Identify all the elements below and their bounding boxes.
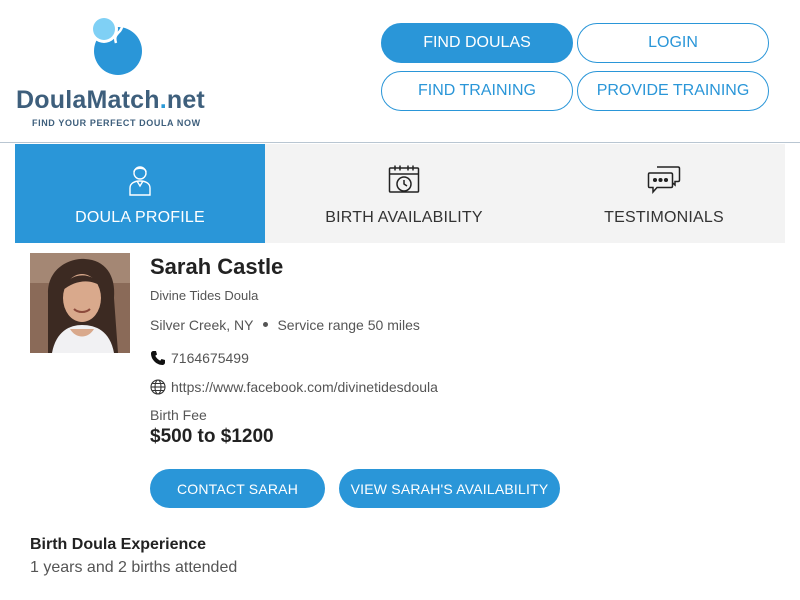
logo-wordmark: DoulaMatch.net [16,86,205,114]
tab-label: DOULA PROFILE [75,209,205,226]
logo-mark-icon [90,13,142,75]
provide-training-button[interactable]: PROVIDE TRAINING [577,71,769,111]
tab-birth-availability[interactable]: BIRTH AVAILABILITY [265,144,543,243]
bullet-separator [263,321,269,327]
profile-photo [30,253,130,353]
globe-icon [150,379,166,395]
person-icon [123,162,157,198]
view-availability-button[interactable]: VIEW SARAH'S AVAILABILITY [339,469,560,508]
site-header: DoulaMatch.net FIND YOUR PERFECT DOULA N… [0,0,800,143]
location-row: Silver Creek, NY Service range 50 miles [150,317,420,333]
phone-number[interactable]: 7164675499 [171,350,249,366]
service-range-text: Service range 50 miles [277,317,420,333]
birth-fee-label: Birth Fee [150,407,207,423]
website-link[interactable]: https://www.facebook.com/divinetidesdoul… [171,379,438,395]
contact-button[interactable]: CONTACT SARAH [150,469,325,508]
phone-icon [150,350,166,366]
site-logo[interactable]: DoulaMatch.net FIND YOUR PERFECT DOULA N… [16,10,226,132]
chat-bubbles-icon [647,162,681,198]
tab-label: BIRTH AVAILABILITY [325,209,483,226]
tab-doula-profile[interactable]: DOULA PROFILE [15,144,265,243]
tab-testimonials[interactable]: TESTIMONIALS [543,144,785,243]
login-button[interactable]: LOGIN [577,23,769,63]
profile-tabs: DOULA PROFILE BIRTH AVAILABILITY TESTIMO… [15,144,785,243]
calendar-clock-icon [387,162,421,198]
business-name: Divine Tides Doula [150,288,259,303]
phone-row[interactable]: 7164675499 [150,350,249,366]
website-row[interactable]: https://www.facebook.com/divinetidesdoul… [150,379,438,395]
experience-value: 1 years and 2 births attended [30,559,238,576]
birth-fee-value: $500 to $1200 [150,426,274,447]
location-text: Silver Creek, NY [150,317,254,333]
logo-tagline: FIND YOUR PERFECT DOULA NOW [32,118,201,128]
experience-heading: Birth Doula Experience [30,536,207,553]
find-training-button[interactable]: FIND TRAINING [381,71,573,111]
tab-label: TESTIMONIALS [604,209,724,226]
doula-name: Sarah Castle [150,254,284,279]
avatar [30,253,130,353]
find-doulas-button[interactable]: FIND DOULAS [381,23,573,63]
